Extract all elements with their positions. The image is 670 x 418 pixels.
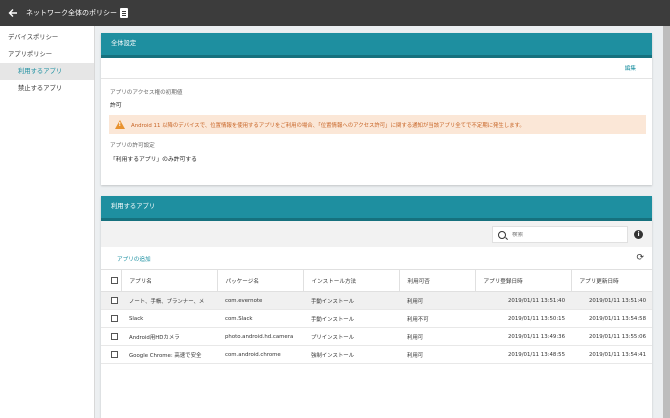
registered-cell: 2019/01/11 13:49:36 bbox=[475, 327, 571, 346]
add-app-link[interactable]: アプリの追加 bbox=[117, 255, 151, 263]
allowed-apps-header: 利用するアプリ bbox=[101, 196, 652, 221]
back-arrow-icon[interactable] bbox=[2, 0, 24, 26]
package-cell: com.Slack bbox=[217, 309, 303, 328]
app-name-cell: ノート、手帳、プランナー、メ bbox=[121, 291, 217, 310]
allowed-apps-card: 利用するアプリ i アプリの追加 ⟳ アプリ名 パッケージ名 インストール方法 bbox=[101, 196, 652, 418]
install-method-cell: 手動インストール bbox=[303, 309, 399, 328]
search-icon bbox=[498, 230, 506, 239]
column-header-app-name[interactable]: アプリ名 bbox=[120, 269, 217, 292]
table-row[interactable]: Slack com.Slack 手動インストール 利用不可 2019/01/11… bbox=[101, 309, 652, 328]
access-default-value: 許可 bbox=[110, 103, 122, 109]
row-checkbox[interactable] bbox=[101, 291, 121, 310]
updated-cell: 2019/01/11 13:51:40 bbox=[571, 291, 652, 310]
column-header-updated[interactable]: アプリ更新日時 bbox=[570, 269, 652, 292]
info-icon[interactable]: i bbox=[634, 230, 643, 239]
location-warning-banner: Android 11 以降のデバイスで、位置情報を使用するアプリをご利用の場合、… bbox=[109, 115, 646, 134]
sidebar-item-device-policy[interactable]: デバイスポリシー bbox=[0, 29, 94, 46]
sidebar-item-blocked-apps[interactable]: 禁止するアプリ bbox=[0, 80, 94, 97]
app-name-cell: Android用HDカメラ bbox=[121, 327, 217, 346]
document-icon bbox=[120, 8, 128, 18]
apps-toolbar: i bbox=[101, 221, 652, 247]
availability-cell: 利用可 bbox=[399, 327, 475, 346]
package-cell: photo.android.hd.camera bbox=[217, 327, 303, 346]
search-input[interactable] bbox=[512, 231, 612, 238]
permission-setting-value: 「利用するアプリ」のみ許可する bbox=[110, 157, 197, 163]
main-content: 全体設定 編集 アプリのアクセス権の初期値 許可 Android 11 以降のデ… bbox=[94, 26, 670, 418]
row-checkbox[interactable] bbox=[101, 309, 121, 328]
column-header-registered[interactable]: アプリ登録日時 bbox=[474, 269, 571, 292]
apps-table: アプリ名 パッケージ名 インストール方法 利用可否 アプリ登録日時 アプリ更新日… bbox=[101, 269, 652, 364]
edit-link[interactable]: 編集 bbox=[625, 64, 636, 72]
refresh-icon[interactable]: ⟳ bbox=[636, 254, 644, 263]
availability-cell: 利用不可 bbox=[399, 309, 475, 328]
registered-cell: 2019/01/11 13:50:15 bbox=[475, 309, 571, 328]
availability-cell: 利用可 bbox=[399, 291, 475, 310]
updated-cell: 2019/01/11 13:54:58 bbox=[571, 309, 652, 328]
edit-row: 編集 bbox=[101, 58, 652, 79]
sidebar-item-allowed-apps[interactable]: 利用するアプリ bbox=[0, 63, 94, 80]
table-header-row: アプリ名 パッケージ名 インストール方法 利用可否 アプリ登録日時 アプリ更新日… bbox=[101, 269, 652, 292]
table-row[interactable]: Android用HDカメラ photo.android.hd.camera プリ… bbox=[101, 327, 652, 346]
package-cell: com.android.chrome bbox=[217, 345, 303, 364]
sidebar-item-app-policy[interactable]: アプリポリシー bbox=[0, 46, 94, 63]
general-settings-header: 全体設定 bbox=[101, 33, 652, 58]
row-checkbox[interactable] bbox=[101, 327, 121, 346]
select-all-checkbox[interactable] bbox=[101, 269, 121, 292]
registered-cell: 2019/01/11 13:51:40 bbox=[475, 291, 571, 310]
column-header-availability[interactable]: 利用可否 bbox=[398, 269, 475, 292]
warning-text: Android 11 以降のデバイスで、位置情報を使用するアプリをご利用の場合、… bbox=[131, 122, 525, 129]
install-method-cell: 強制インストール bbox=[303, 345, 399, 364]
table-row[interactable]: ノート、手帳、プランナー、メ com.evernote 手動インストール 利用可… bbox=[101, 291, 652, 310]
registered-cell: 2019/01/11 13:48:55 bbox=[475, 345, 571, 364]
top-bar: ネットワーク全体のポリシー bbox=[0, 0, 670, 26]
package-cell: com.evernote bbox=[217, 291, 303, 310]
install-method-cell: 手動インストール bbox=[303, 291, 399, 310]
row-checkbox[interactable] bbox=[101, 345, 121, 364]
app-name-cell: Google Chrome: 高速で安全 bbox=[121, 345, 217, 364]
page-title: ネットワーク全体のポリシー bbox=[26, 9, 117, 17]
search-box bbox=[492, 226, 628, 243]
apps-actions-row: アプリの追加 ⟳ bbox=[101, 247, 652, 269]
install-method-cell: プリインストール bbox=[303, 327, 399, 346]
sidebar: デバイスポリシー アプリポリシー 利用するアプリ 禁止するアプリ bbox=[0, 26, 95, 418]
permission-setting-label: アプリの許可設定 bbox=[110, 143, 155, 149]
updated-cell: 2019/01/11 13:55:06 bbox=[571, 327, 652, 346]
column-header-package[interactable]: パッケージ名 bbox=[216, 269, 303, 292]
warning-icon bbox=[115, 120, 125, 129]
availability-cell: 利用可 bbox=[399, 345, 475, 364]
access-default-label: アプリのアクセス権の初期値 bbox=[110, 90, 183, 96]
table-row[interactable]: Google Chrome: 高速で安全 com.android.chrome … bbox=[101, 345, 652, 364]
general-settings-card: 全体設定 編集 アプリのアクセス権の初期値 許可 Android 11 以降のデ… bbox=[101, 33, 652, 185]
column-header-install-method[interactable]: インストール方法 bbox=[302, 269, 399, 292]
updated-cell: 2019/01/11 13:54:41 bbox=[571, 345, 652, 364]
app-name-cell: Slack bbox=[121, 309, 217, 328]
scroll-area-edge bbox=[663, 26, 670, 418]
